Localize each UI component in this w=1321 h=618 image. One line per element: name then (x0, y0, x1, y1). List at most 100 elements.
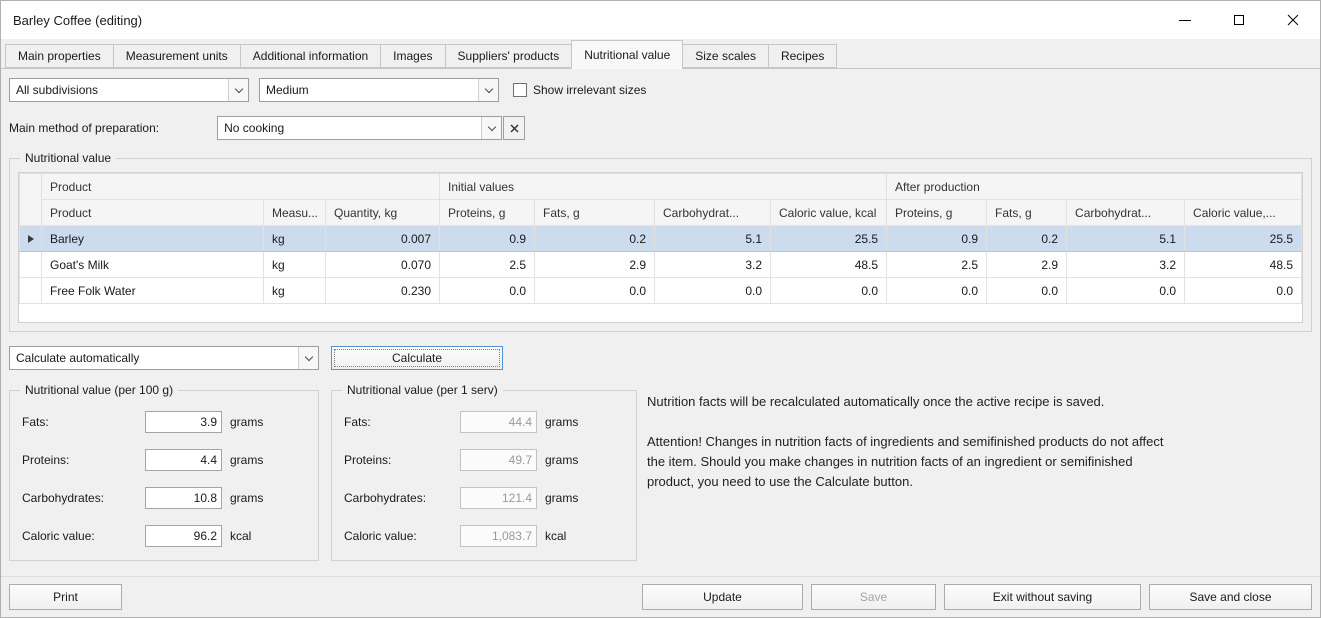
show-irrelevant-checkbox[interactable] (513, 83, 527, 97)
caloric-value-label: Caloric value: (344, 529, 460, 543)
tab-recipes[interactable]: Recipes (768, 44, 837, 68)
preparation-value: No cooking (218, 117, 481, 139)
table-cell[interactable]: 0.0 (535, 278, 655, 304)
save-and-close-button[interactable]: Save and close (1149, 584, 1312, 610)
print-button[interactable]: Print (9, 584, 122, 610)
table-cell[interactable]: 2.9 (987, 252, 1067, 278)
update-button[interactable]: Update (642, 584, 803, 610)
table-cell[interactable]: Free Folk Water (42, 278, 264, 304)
column-header-fats-initial[interactable]: Fats, g (535, 200, 655, 226)
column-header-caloric-after[interactable]: Caloric value,... (1185, 200, 1302, 226)
caloric-100g-input[interactable] (145, 525, 222, 547)
subdivision-dropdown-button[interactable] (228, 79, 248, 101)
table-cell[interactable]: 5.1 (1067, 226, 1185, 252)
carbohydrates-serv-input (460, 487, 537, 509)
calculate-button[interactable]: Calculate (331, 346, 503, 370)
caloric-100g-row: Caloric value: kcal (22, 525, 308, 547)
column-header-proteins-initial[interactable]: Proteins, g (440, 200, 535, 226)
table-cell[interactable]: 0.0 (987, 278, 1067, 304)
clear-x-icon (510, 124, 519, 133)
table-cell[interactable]: kg (264, 226, 326, 252)
column-header-proteins-after[interactable]: Proteins, g (887, 200, 987, 226)
tab-additional-information[interactable]: Additional information (240, 44, 381, 68)
table-cell[interactable]: 0.007 (326, 226, 440, 252)
tab-images[interactable]: Images (380, 44, 445, 68)
proteins-serv-input (460, 449, 537, 471)
table-cell[interactable]: kg (264, 278, 326, 304)
subdivision-select[interactable]: All subdivisions (9, 78, 249, 102)
table-cell[interactable]: Goat's Milk (42, 252, 264, 278)
caloric-serv-row: Caloric value: kcal (344, 525, 626, 547)
table-cell[interactable]: 0.2 (535, 226, 655, 252)
table-cell[interactable]: 0.9 (887, 226, 987, 252)
per-100g-group: Nutritional value (per 100 g) Fats: gram… (9, 390, 319, 561)
per-serving-group: Nutritional value (per 1 serv) Fats: gra… (331, 390, 637, 561)
column-header-fats-after[interactable]: Fats, g (987, 200, 1067, 226)
preparation-dropdown-button[interactable] (481, 117, 501, 139)
table-cell[interactable]: 0.0 (1185, 278, 1302, 304)
nutritional-value-group: Nutritional value Product Initial values… (9, 158, 1312, 332)
table-cell[interactable]: 2.5 (440, 252, 535, 278)
table-row-free-folk-water[interactable]: Free Folk Water kg 0.230 0.0 0.0 0.0 0.0… (20, 278, 1302, 304)
subdivision-value: All subdivisions (10, 79, 228, 101)
table-cell[interactable]: 3.2 (655, 252, 771, 278)
table-cell[interactable]: 0.0 (440, 278, 535, 304)
maximize-button[interactable] (1212, 1, 1266, 39)
carbohydrates-100g-input[interactable] (145, 487, 222, 509)
table-cell[interactable]: 0.9 (440, 226, 535, 252)
table-cell[interactable]: 48.5 (771, 252, 887, 278)
preparation-row: Main method of preparation: No cooking (9, 116, 1312, 140)
tab-measurement-units[interactable]: Measurement units (113, 44, 241, 68)
column-header-product[interactable]: Product (42, 200, 264, 226)
table-cell[interactable]: 25.5 (1185, 226, 1302, 252)
band-header-row: Product Initial values After production (20, 174, 1302, 200)
tab-size-scales[interactable]: Size scales (682, 44, 769, 68)
calculation-mode-select[interactable]: Calculate automatically (9, 346, 319, 370)
save-button[interactable]: Save (811, 584, 936, 610)
preparation-clear-button[interactable] (503, 116, 525, 140)
tab-nutritional-value[interactable]: Nutritional value (571, 40, 683, 69)
carbohydrates-label: Carbohydrates: (22, 491, 145, 505)
table-cell[interactable]: 0.070 (326, 252, 440, 278)
table-cell[interactable]: Barley (42, 226, 264, 252)
band-header-product: Product (42, 174, 440, 200)
table-cell[interactable]: 0.0 (887, 278, 987, 304)
preparation-select[interactable]: No cooking (217, 116, 502, 140)
table-cell[interactable]: 0.2 (987, 226, 1067, 252)
proteins-100g-row: Proteins: grams (22, 449, 308, 471)
table-row-goats-milk[interactable]: Goat's Milk kg 0.070 2.5 2.9 3.2 48.5 2.… (20, 252, 1302, 278)
column-header-carbohydrates-after[interactable]: Carbohydrat... (1067, 200, 1185, 226)
filter-row: All subdivisions Medium Show irrelevant … (9, 78, 1312, 102)
bottom-panels: Nutritional value (per 100 g) Fats: gram… (9, 390, 1312, 561)
table-cell[interactable]: 0.0 (771, 278, 887, 304)
column-header-caloric-initial[interactable]: Caloric value, kcal (771, 200, 887, 226)
table-cell[interactable]: 0.230 (326, 278, 440, 304)
tab-suppliers-products[interactable]: Suppliers' products (445, 44, 573, 68)
table-cell[interactable]: 48.5 (1185, 252, 1302, 278)
table-cell[interactable]: 2.5 (887, 252, 987, 278)
table-cell[interactable]: 0.0 (1067, 278, 1185, 304)
table-cell[interactable]: 0.0 (655, 278, 771, 304)
column-header-measurement[interactable]: Measu... (264, 200, 326, 226)
tab-main-properties[interactable]: Main properties (5, 44, 114, 68)
column-header-carbohydrates-initial[interactable]: Carbohydrat... (655, 200, 771, 226)
table-row-barley[interactable]: Barley kg 0.007 0.9 0.2 5.1 25.5 0.9 0.2… (20, 226, 1302, 252)
fats-100g-input[interactable] (145, 411, 222, 433)
column-header-quantity[interactable]: Quantity, kg (326, 200, 440, 226)
table-cell[interactable]: 5.1 (655, 226, 771, 252)
exit-without-saving-button[interactable]: Exit without saving (944, 584, 1141, 610)
proteins-100g-input[interactable] (145, 449, 222, 471)
minimize-icon (1179, 20, 1191, 21)
minimize-button[interactable] (1158, 1, 1212, 39)
preparation-label: Main method of preparation: (9, 121, 159, 135)
size-dropdown-button[interactable] (478, 79, 498, 101)
calculation-mode-value: Calculate automatically (10, 347, 298, 369)
fats-label: Fats: (22, 415, 145, 429)
size-select[interactable]: Medium (259, 78, 499, 102)
table-cell[interactable]: kg (264, 252, 326, 278)
table-cell[interactable]: 3.2 (1067, 252, 1185, 278)
table-cell[interactable]: 2.9 (535, 252, 655, 278)
table-cell[interactable]: 25.5 (771, 226, 887, 252)
close-button[interactable] (1266, 1, 1320, 39)
calculation-mode-dropdown-button[interactable] (298, 347, 318, 369)
